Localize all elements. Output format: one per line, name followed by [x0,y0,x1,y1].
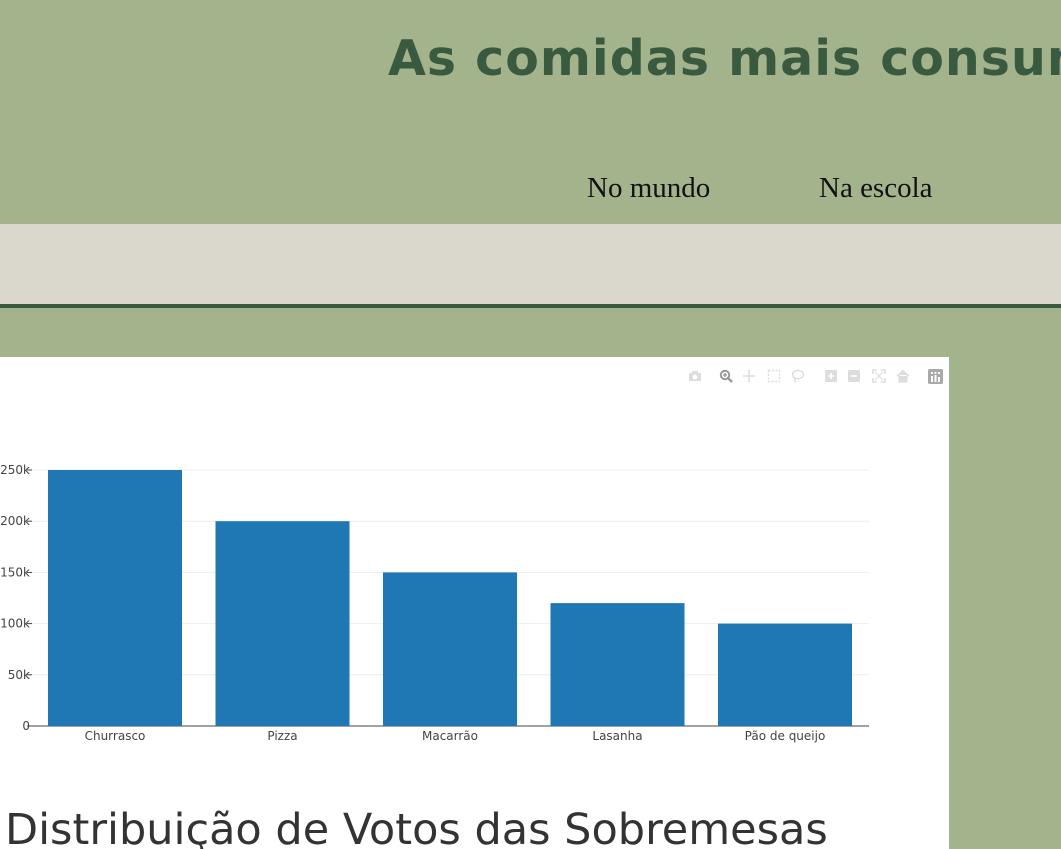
y-axis-ticks: 0 50k 100k 150k 200k 250k [0,463,32,733]
bar-3[interactable] [383,572,517,726]
y-tick-label: 200k [0,514,30,528]
nav-link-na-escola[interactable]: Na escola [819,172,933,205]
y-tick-label: 250k [0,463,30,477]
y-tick-label: 100k [0,617,30,631]
y-tick-label: 150k [0,565,30,579]
bar-1[interactable] [48,470,182,726]
chart-panel: 0 50k 100k 150k 200k 250k Churrasco Pizza Macar… [0,357,949,849]
x-tick-label: Lasanha [592,729,642,743]
banner-strip [0,224,1061,304]
section-divider [0,304,1061,308]
x-tick-label: Churrasco [85,729,146,743]
site-title: As comidas mais consumidas [388,30,1061,87]
bar-5[interactable] [718,623,852,726]
bar-4[interactable] [550,603,685,726]
x-tick-label: Macarrão [422,729,478,743]
bar-2[interactable] [215,521,350,726]
chart-heading: Distribuição de Votos das Sobremesas [5,805,828,849]
site-header: As comidas mais consumidas No mundo Na e… [0,0,1061,224]
x-tick-label: Pizza [267,729,297,743]
y-tick-label: 0 [22,719,30,733]
y-tick-label: 50k [8,668,30,682]
nav-link-no-mundo[interactable]: No mundo [587,172,710,205]
chart-bars [48,470,852,726]
bar-chart: 0 50k 100k 150k 200k 250k Churrasco Pizza Macar… [0,463,869,743]
x-axis-ticks: Churrasco Pizza Macarrão Lasanha Pão de quei… [85,729,826,743]
x-tick-label: Pão de queijo [745,729,826,743]
